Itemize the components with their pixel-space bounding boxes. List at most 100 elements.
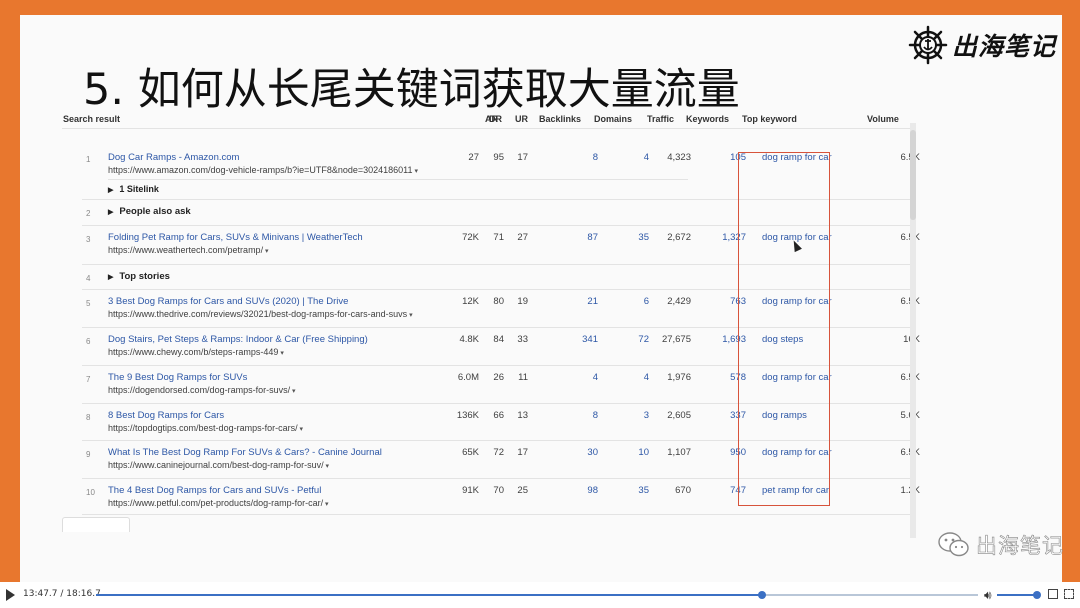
cell-domains[interactable]: 6 [609,296,649,307]
header-backlinks[interactable]: Backlinks [539,114,581,124]
result-url[interactable]: https://www.petful.com/pet-products/dog-… [108,498,329,508]
url-dropdown-icon[interactable]: ▾ [407,312,413,319]
sitelink-divider [108,179,688,180]
cell-domains[interactable]: 72 [609,334,649,345]
cell-traffic: 2,605 [667,410,691,421]
serp-feature-toggle[interactable]: ▶ Top stories [108,271,170,282]
url-dropdown-icon[interactable]: ▾ [278,350,284,357]
cell-ur: 17 [517,447,528,458]
cell-backlinks[interactable]: 21 [558,296,598,307]
result-url[interactable]: https://www.weathertech.com/petramp/ ▾ [108,245,269,255]
slide-title: 5. 如何从长尾关键词获取大量流量 [83,65,740,115]
row-number: 5 [86,299,91,308]
result-url-text: https://topdogtips.com/best-dog-ramps-fo… [108,423,298,433]
cell-traffic: 2,429 [667,296,691,307]
cell-backlinks[interactable]: 8 [558,152,598,163]
result-url[interactable]: https://www.amazon.com/dog-vehicle-ramps… [108,165,418,175]
result-url-text: https://www.caninejournal.com/best-dog-r… [108,460,324,470]
result-url-text: https://www.petful.com/pet-products/dog-… [108,498,324,508]
wechat-watermark-text: 出海笔记 [976,534,1064,559]
header-search-result: Search result [63,114,121,124]
cell-domains[interactable]: 35 [609,485,649,496]
volume-icon[interactable]: 🔊︎ [984,588,992,603]
header-ur[interactable]: UR [488,114,528,124]
result-title-link[interactable]: Dog Stairs, Pet Steps & Ramps: Indoor & … [108,334,368,345]
expand-triangle-icon: ▶ [108,274,114,281]
cell-backlinks[interactable]: 341 [558,334,598,345]
result-url[interactable]: https://dogendorsed.com/dog-ramps-for-su… [108,385,296,395]
cell-traffic: 670 [675,485,691,496]
cell-ur: 33 [517,334,528,345]
url-dropdown-icon[interactable]: ▾ [263,248,269,255]
progress-bar[interactable] [96,591,978,599]
volume-slider[interactable] [997,594,1037,596]
row-number: 2 [86,209,91,218]
serp-feature-toggle[interactable]: ▶ People also ask [108,206,191,217]
cell-ur: 27 [517,232,528,243]
header-volume[interactable]: Volume [867,114,899,124]
url-dropdown-icon[interactable]: ▾ [298,426,304,433]
row-number: 9 [86,450,91,459]
result-title-link[interactable]: What Is The Best Dog Ramp For SUVs & Car… [108,447,382,458]
result-title-link[interactable]: The 9 Best Dog Ramps for SUVs [108,372,247,383]
result-url[interactable]: https://topdogtips.com/best-dog-ramps-fo… [108,423,303,433]
expand-triangle-icon: ▶ [108,209,114,216]
cell-domains[interactable]: 35 [609,232,649,243]
table-scrollbar-thumb[interactable] [910,130,916,220]
more-button[interactable] [62,517,130,532]
playback-time: 13:47.7 / 18:16.7 [23,589,101,599]
url-dropdown-icon[interactable]: ▾ [324,463,330,470]
settings-icon[interactable] [1048,589,1058,599]
url-dropdown-icon[interactable]: ▾ [413,168,418,175]
result-url-text: https://www.amazon.com/dog-vehicle-ramps… [108,165,413,175]
sitelink-toggle[interactable]: ▶ 1 Sitelink [108,184,159,194]
sitelink-label: 1 Sitelink [119,184,159,194]
cell-ur: 19 [517,296,528,307]
cell-backlinks[interactable]: 87 [558,232,598,243]
cell-backlinks[interactable]: 4 [558,372,598,383]
header-domains[interactable]: Domains [594,114,632,124]
cell-traffic: 1,107 [667,447,691,458]
header-traffic[interactable]: Traffic [647,114,674,124]
row-number: 10 [86,488,95,497]
result-url[interactable]: https://www.thedrive.com/reviews/32021/b… [108,309,413,319]
header-top-keyword[interactable]: Top keyword [742,114,797,124]
result-title-link[interactable]: Folding Pet Ramp for Cars, SUVs & Miniva… [108,232,363,243]
brand-logo-text: 出海笔记 [951,32,1056,61]
url-dropdown-icon[interactable]: ▾ [290,388,296,395]
result-url-text: https://www.thedrive.com/reviews/32021/b… [108,309,408,319]
result-url[interactable]: https://www.chewy.com/b/steps-ramps-449 … [108,347,284,357]
result-title-link[interactable]: The 4 Best Dog Ramps for Cars and SUVs -… [108,485,321,496]
row-number: 7 [86,375,91,384]
cell-domains[interactable]: 10 [609,447,649,458]
header-keywords[interactable]: Keywords [686,114,729,124]
cell-traffic: 1,976 [667,372,691,383]
cell-traffic: 2,672 [667,232,691,243]
result-title-link[interactable]: 3 Best Dog Ramps for Cars and SUVs (2020… [108,296,348,307]
result-title-link[interactable]: 8 Best Dog Ramps for Cars [108,410,224,421]
wechat-icon [938,532,969,557]
row-number: 4 [86,274,91,283]
cell-domains[interactable]: 4 [609,152,649,163]
cell-domains[interactable]: 3 [609,410,649,421]
row-divider [82,514,914,515]
result-title-link[interactable]: Dog Car Ramps - Amazon.com [108,152,239,163]
cell-ur: 13 [517,410,528,421]
wechat-watermark: 出海笔记 [938,530,1064,560]
top-keyword-highlight-box [738,152,830,506]
ship-wheel-anchor-icon [908,25,948,65]
row-number: 3 [86,235,91,244]
progress-knob[interactable] [757,591,766,599]
url-dropdown-icon[interactable]: ▾ [323,501,329,508]
play-icon[interactable] [6,589,15,601]
cell-backlinks[interactable]: 30 [558,447,598,458]
cell-backlinks[interactable]: 8 [558,410,598,421]
cell-ur: 11 [518,372,528,383]
cell-traffic: 27,675 [661,334,691,345]
cell-domains[interactable]: 4 [609,372,649,383]
volume-knob[interactable] [1033,591,1041,599]
header-divider [62,128,914,129]
fullscreen-icon[interactable] [1064,589,1074,599]
result-url[interactable]: https://www.caninejournal.com/best-dog-r… [108,460,329,470]
cell-backlinks[interactable]: 98 [558,485,598,496]
